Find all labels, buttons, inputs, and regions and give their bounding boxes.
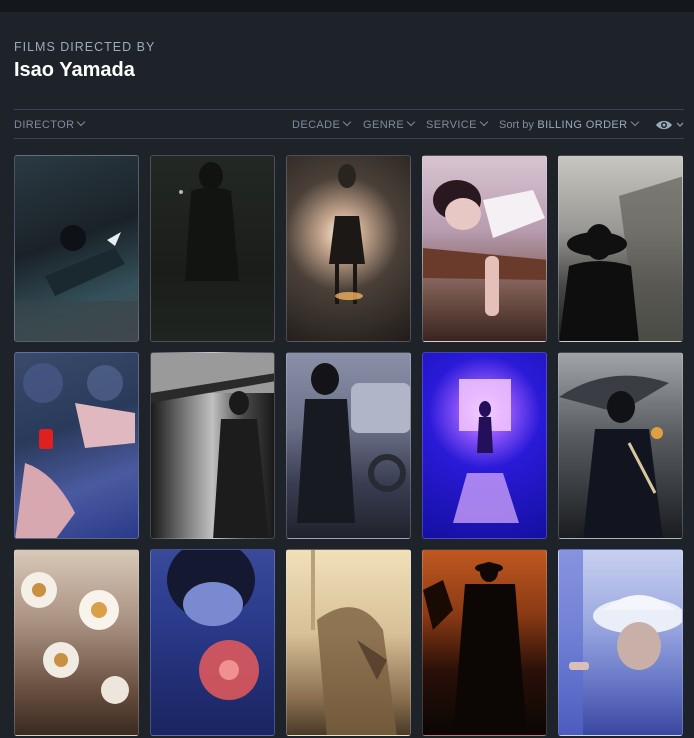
film-poster[interactable] (150, 549, 275, 736)
chevron-down-icon (406, 117, 416, 127)
poster-image (559, 176, 682, 341)
page-header: FILMS DIRECTED BY Isao Yamada (14, 40, 155, 82)
film-poster[interactable] (150, 352, 275, 539)
poster-image (297, 363, 410, 523)
poster-image (559, 375, 669, 538)
film-poster[interactable] (558, 352, 683, 539)
genre-filter[interactable]: GENRE (363, 117, 416, 131)
service-filter[interactable]: SERVICE (426, 117, 489, 131)
film-poster[interactable] (422, 155, 547, 342)
chevron-down-icon (343, 117, 352, 127)
film-poster[interactable] (14, 155, 139, 342)
poster-image (423, 562, 527, 735)
poster-image (151, 353, 274, 538)
poster-image (21, 572, 129, 704)
sort-prefix: Sort by (499, 119, 534, 131)
poster-image (179, 162, 239, 281)
film-poster[interactable] (286, 155, 411, 342)
filter-bar: DIRECTOR DECADE GENRE SERVICE Sort by BI… (14, 109, 684, 139)
film-poster[interactable] (422, 549, 547, 736)
film-poster[interactable] (150, 155, 275, 342)
film-poster[interactable] (558, 549, 683, 736)
film-poster[interactable] (286, 352, 411, 539)
sort-dropdown[interactable]: Sort by BILLING ORDER (499, 117, 639, 131)
poster-image (329, 164, 365, 304)
film-poster[interactable] (422, 352, 547, 539)
chevron-down-icon (630, 117, 639, 127)
poster-image (15, 363, 135, 538)
film-poster[interactable] (14, 549, 139, 736)
director-name: Isao Yamada (14, 59, 135, 81)
decade-filter[interactable]: DECADE (292, 117, 352, 131)
decade-filter-label: DECADE (292, 119, 341, 131)
service-filter-label: SERVICE (426, 119, 477, 131)
eye-icon (656, 120, 684, 130)
poster-image (15, 225, 138, 341)
poster-image (559, 550, 682, 735)
film-poster[interactable] (558, 155, 683, 342)
director-filter[interactable]: DIRECTOR (14, 117, 86, 131)
poster-image (453, 379, 519, 523)
chevron-down-icon (479, 117, 489, 127)
poster-image (311, 550, 397, 735)
film-poster[interactable] (14, 352, 139, 539)
page-kicker: FILMS DIRECTED BY (14, 40, 156, 54)
director-filter-label: DIRECTOR (14, 119, 75, 131)
poster-image (423, 180, 546, 316)
film-poster[interactable] (286, 549, 411, 736)
visibility-toggle[interactable] (655, 119, 685, 131)
genre-filter-label: GENRE (363, 119, 405, 131)
chevron-down-icon (77, 117, 86, 127)
sort-value: BILLING ORDER (537, 119, 628, 131)
poster-image (167, 550, 259, 700)
top-bar (0, 0, 694, 12)
